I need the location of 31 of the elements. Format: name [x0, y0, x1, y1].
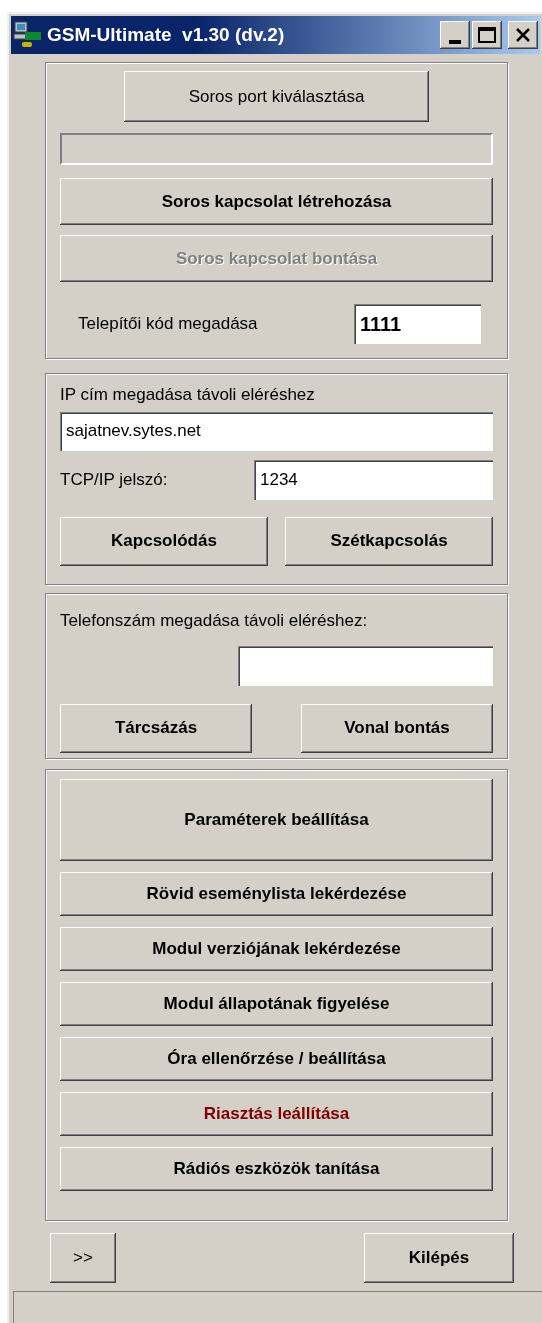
ip-connection-button[interactable]: Kapcsolódás [60, 516, 268, 566]
select-port-button[interactable]: Soros port kiválasztása [124, 71, 429, 122]
command-button[interactable]: Modul állapotának figyelése [60, 982, 493, 1026]
serial-button[interactable]: Soros kapcsolat létrehozása [60, 178, 493, 225]
command-button[interactable]: Riasztás leállítása [60, 1092, 493, 1136]
close-button[interactable] [508, 21, 538, 49]
window-title: GSM-Ultimate v1.30 (dv.2) [47, 22, 285, 47]
phone-call-button[interactable]: Tárcsázás [60, 703, 252, 753]
app-icon [13, 20, 43, 50]
password-label: TCP/IP jelszó: [60, 468, 168, 491]
minimize-icon [449, 40, 461, 44]
ip-address-field[interactable]: sajatnev.sytes.net [60, 411, 493, 451]
ip-label: IP cím megadása távoli eléréshez [60, 384, 316, 406]
command-button[interactable]: Rádiós eszközök tanítása [60, 1147, 493, 1191]
maximize-button[interactable] [472, 21, 502, 49]
command-button[interactable]: Rövid eseménylista lekérdezése [60, 872, 493, 916]
exit-button[interactable]: Kilépés [364, 1233, 514, 1283]
more-button[interactable]: >> [50, 1233, 116, 1283]
ip-connection-button[interactable]: Szétkapcsolás [285, 516, 493, 566]
command-button[interactable]: Paraméterek beállítása [60, 779, 493, 861]
installer-code-field[interactable]: 1111 [354, 304, 481, 344]
phone-label: Telefonszám megadása távoli eléréshez: [60, 610, 369, 632]
maximize-icon [478, 27, 496, 43]
command-button[interactable]: Modul verziójának lekérdezése [60, 927, 493, 971]
close-icon [515, 28, 531, 42]
installer-code-label: Telepítői kód megadása [78, 313, 258, 336]
phone-call-button[interactable]: Vonal bontás [301, 703, 493, 753]
command-button[interactable]: Óra ellenőrzése / beállítása [60, 1037, 493, 1081]
password-field[interactable]: 1234 [254, 459, 493, 500]
phone-number-field[interactable] [238, 645, 493, 686]
minimize-button[interactable] [440, 21, 470, 49]
